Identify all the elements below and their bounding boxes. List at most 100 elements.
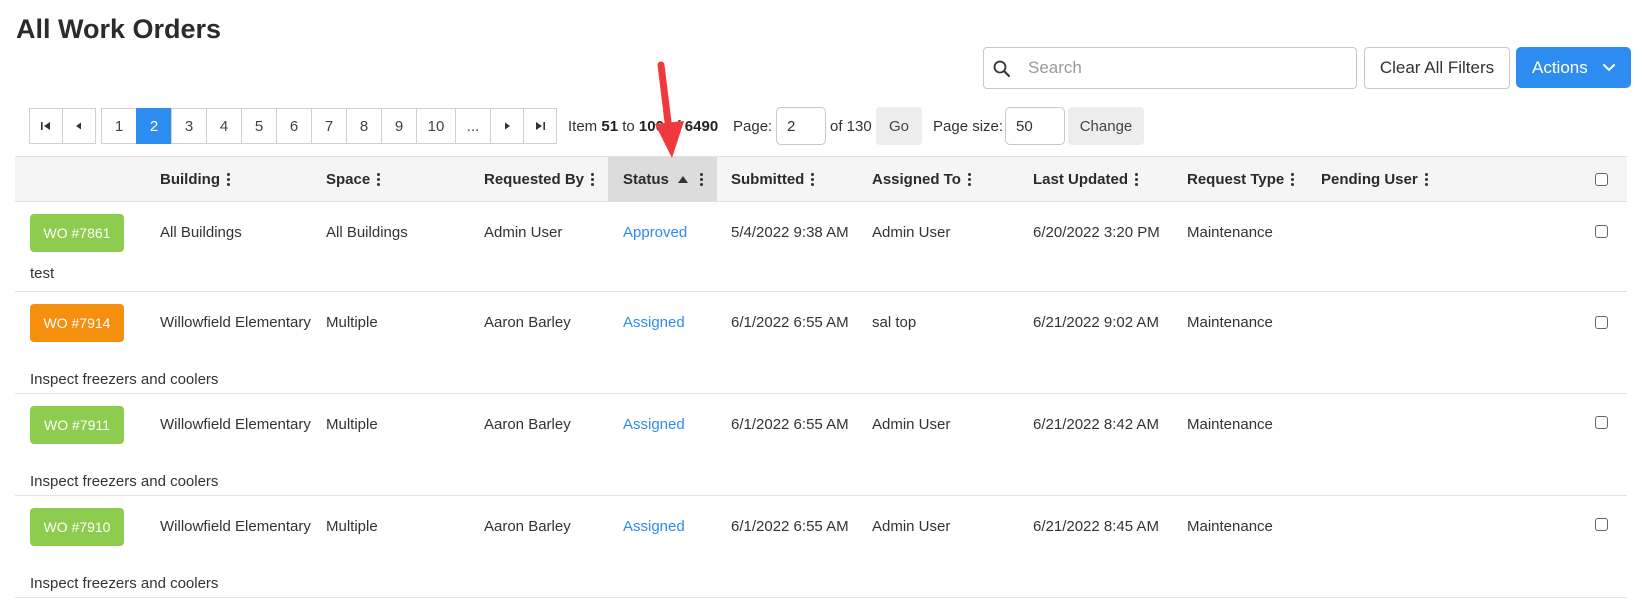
building-cell: All Buildings (160, 224, 242, 241)
page-button-4[interactable]: 4 (206, 108, 242, 144)
column-header-requested-by[interactable]: Requested By (484, 157, 595, 201)
requested-by-cell: Aaron Barley (484, 416, 571, 433)
requested-by-cell: Admin User (484, 224, 563, 241)
page-button-2[interactable]: 2 (136, 108, 172, 144)
column-header-space[interactable]: Space (326, 157, 381, 201)
prev-page-button[interactable] (62, 108, 96, 144)
status-link[interactable]: Approved (623, 224, 687, 241)
page-input[interactable]: 2 (776, 107, 826, 145)
row-checkbox[interactable] (1595, 518, 1608, 531)
table-row: WO #7861 All Buildings All Buildings Adm… (15, 202, 1627, 292)
kebab-menu-icon[interactable] (699, 172, 703, 186)
item-prefix: Item (568, 118, 598, 135)
assigned-to-cell: Admin User (872, 416, 951, 433)
change-page-size-button[interactable]: Change (1068, 107, 1144, 145)
actions-button[interactable]: Actions (1516, 47, 1631, 88)
pagination: 1 2 3 4 5 6 7 8 9 10 ... (29, 108, 557, 144)
next-page-button[interactable] (490, 108, 524, 144)
space-cell: Multiple (326, 416, 378, 433)
kebab-menu-icon[interactable] (1291, 172, 1295, 186)
item-from: 51 (601, 118, 619, 135)
page-size-input[interactable]: 50 (1005, 107, 1065, 145)
first-page-icon (41, 122, 50, 130)
column-header-pending-user[interactable]: Pending User (1321, 157, 1428, 201)
building-cell: Willowfield Elementary (160, 518, 311, 535)
first-page-button[interactable] (29, 108, 63, 144)
next-page-icon (505, 122, 510, 130)
search-box[interactable] (983, 47, 1357, 89)
chevron-down-icon (1602, 63, 1615, 71)
row-checkbox[interactable] (1595, 225, 1608, 238)
search-input[interactable] (1028, 48, 1346, 88)
work-order-badge[interactable]: WO #7910 (30, 508, 124, 546)
kebab-menu-icon[interactable] (377, 172, 381, 186)
work-order-description: Inspect freezers and coolers (30, 473, 219, 490)
item-range-text: Item 51 to 100 of 6490 (568, 118, 718, 135)
go-button[interactable]: Go (876, 107, 922, 145)
column-header-status[interactable]: Status (608, 157, 717, 201)
page-size-label: Page size: (933, 118, 1004, 135)
work-order-description: test (30, 265, 55, 282)
kebab-menu-icon[interactable] (967, 172, 971, 186)
column-header-submitted[interactable]: Submitted (731, 157, 815, 201)
column-header-label: Last Updated (1033, 170, 1129, 188)
work-order-badge[interactable]: WO #7914 (30, 304, 124, 342)
status-link[interactable]: Assigned (623, 416, 685, 433)
assigned-to-cell: Admin User (872, 224, 951, 241)
work-order-description: Inspect freezers and coolers (30, 575, 219, 592)
column-header-label: Space (326, 170, 371, 188)
page-button-1[interactable]: 1 (101, 108, 137, 144)
page-button-7[interactable]: 7 (311, 108, 347, 144)
last-updated-cell: 6/20/2022 3:20 PM (1033, 224, 1160, 241)
select-all-checkbox[interactable] (1595, 173, 1608, 186)
row-checkbox[interactable] (1595, 416, 1608, 429)
page-title: All Work Orders (16, 14, 222, 44)
clear-all-filters-button[interactable]: Clear All Filters (1364, 47, 1510, 89)
status-link[interactable]: Assigned (623, 518, 685, 535)
page-button-10[interactable]: 10 (416, 108, 456, 144)
last-page-button[interactable] (523, 108, 557, 144)
table-row: WO #7910 Willowfield Elementary Multiple… (15, 496, 1627, 598)
table-row: WO #7914 Willowfield Elementary Multiple… (15, 292, 1627, 394)
space-cell: Multiple (326, 314, 378, 331)
column-header-label: Status (623, 170, 669, 188)
work-order-description: Inspect freezers and coolers (30, 371, 219, 388)
actions-label: Actions (1532, 57, 1588, 77)
column-header-request-type[interactable]: Request Type (1187, 157, 1295, 201)
table-header: Building Space Requested By Status Submi… (15, 156, 1627, 202)
request-type-cell: Maintenance (1187, 314, 1273, 331)
item-to: 100 (638, 118, 664, 135)
item-total: 6490 (684, 118, 719, 135)
column-header-building[interactable]: Building (160, 157, 230, 201)
page-label: Page: (733, 118, 773, 135)
column-header-label: Requested By (484, 170, 585, 188)
page-button-8[interactable]: 8 (346, 108, 382, 144)
page-button-9[interactable]: 9 (381, 108, 417, 144)
assigned-to-cell: Admin User (872, 518, 951, 535)
work-order-badge[interactable]: WO #7911 (30, 406, 124, 444)
status-link[interactable]: Assigned (623, 314, 685, 331)
kebab-menu-icon[interactable] (811, 172, 815, 186)
space-cell: All Buildings (326, 224, 408, 241)
page-button-3[interactable]: 3 (171, 108, 207, 144)
submitted-cell: 6/1/2022 6:55 AM (731, 416, 849, 433)
building-cell: Willowfield Elementary (160, 416, 311, 433)
column-header-assigned-to[interactable]: Assigned To (872, 157, 971, 201)
work-order-badge[interactable]: WO #7861 (30, 214, 124, 252)
page-button-5[interactable]: 5 (241, 108, 277, 144)
request-type-cell: Maintenance (1187, 224, 1273, 241)
kebab-menu-icon[interactable] (1424, 172, 1428, 186)
page-button-ellipsis[interactable]: ... (455, 108, 491, 144)
column-header-label: Assigned To (872, 170, 961, 188)
last-updated-cell: 6/21/2022 8:45 AM (1033, 518, 1159, 535)
page-button-6[interactable]: 6 (276, 108, 312, 144)
kebab-menu-icon[interactable] (227, 172, 230, 186)
prev-page-icon (76, 122, 81, 130)
column-header-last-updated[interactable]: Last Updated (1033, 157, 1139, 201)
requested-by-cell: Aaron Barley (484, 314, 571, 331)
request-type-cell: Maintenance (1187, 416, 1273, 433)
row-checkbox[interactable] (1595, 316, 1608, 329)
kebab-menu-icon[interactable] (591, 172, 595, 186)
space-cell: Multiple (326, 518, 378, 535)
kebab-menu-icon[interactable] (1135, 172, 1139, 186)
